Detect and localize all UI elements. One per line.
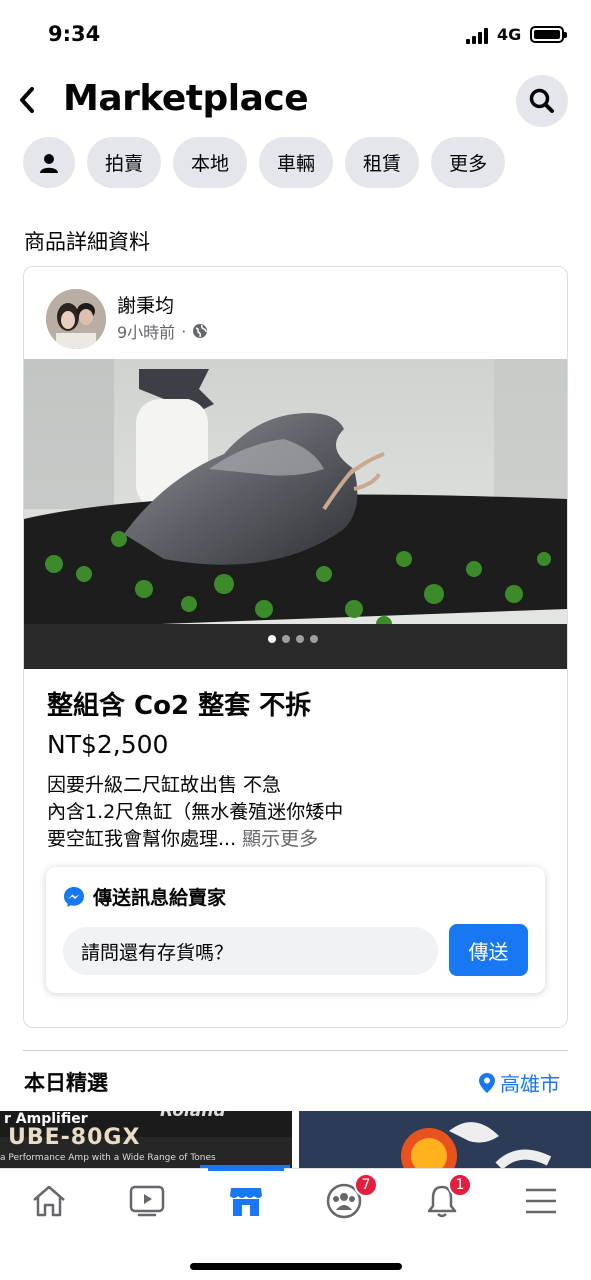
- listing-photo[interactable]: [24, 359, 567, 669]
- status-bar: 9:34 4G: [0, 0, 591, 70]
- message-input[interactable]: [63, 927, 438, 975]
- divider: [23, 1050, 568, 1051]
- section-title: 商品詳細資料: [24, 230, 150, 254]
- desc-line: 要空缸我會幫你處理... 顯示更多: [47, 826, 343, 853]
- chip-vehicles[interactable]: 車輛: [259, 137, 334, 188]
- groups-badge: 7: [354, 1173, 378, 1197]
- home-icon: [33, 1185, 65, 1217]
- thumb-line3: a Performance Amp with a Wide Range of T…: [0, 1153, 216, 1163]
- location-link[interactable]: 高雄市: [478, 1068, 560, 1097]
- pager-dot: [310, 635, 318, 643]
- avatar-image: [46, 289, 106, 349]
- location-pin-icon: [479, 1072, 495, 1093]
- tab-marketplace[interactable]: [208, 1168, 284, 1223]
- tab-groups[interactable]: 7: [314, 1173, 378, 1223]
- post-meta: 9小時前 ·: [117, 319, 208, 343]
- figure-image: [299, 1111, 591, 1169]
- location-label: 高雄市: [500, 1072, 560, 1096]
- pager-dot: [282, 635, 290, 643]
- messenger-icon: [64, 886, 84, 907]
- time-ago: 9小時前: [117, 323, 176, 342]
- chip-more[interactable]: 更多: [431, 137, 506, 188]
- profile-chip[interactable]: [23, 137, 75, 188]
- thumb-brand: Roland: [160, 1111, 226, 1121]
- menu-icon: [526, 1188, 556, 1214]
- globe-icon: [193, 324, 208, 338]
- marketplace-icon: [230, 1188, 262, 1216]
- listing-price: NT$2,500: [47, 730, 169, 759]
- person-icon: [40, 153, 58, 173]
- listing-description: 因要升級二尺缸故出售 不急 內含1.2尺魚缸（無水養殖迷你矮中 要空缸我會幫你處…: [47, 772, 343, 853]
- network-label: 4G: [497, 25, 522, 44]
- listing-title: 整組含 Co2 整套 不拆: [47, 691, 312, 721]
- chip-auction[interactable]: 拍賣: [87, 137, 162, 188]
- tab-notifications[interactable]: 1: [412, 1173, 472, 1223]
- header: Marketplace: [0, 70, 591, 132]
- battery-icon: [530, 26, 567, 43]
- page-title: Marketplace: [63, 78, 309, 119]
- bottom-tab-bar: 7 1: [0, 1168, 591, 1280]
- back-arrow-icon: [20, 87, 34, 113]
- photo-pager: [268, 635, 318, 643]
- send-button[interactable]: 傳送: [449, 924, 528, 976]
- message-header: 傳送訊息給賣家: [63, 883, 226, 910]
- search-icon: [529, 88, 554, 113]
- home-indicator: [190, 1263, 402, 1270]
- listing-card: 謝秉均 9小時前 · 整組含 Co2 整套 不拆 NT$2,500 因要升級二尺…: [23, 266, 568, 1028]
- pager-dot: [268, 635, 276, 643]
- notifications-badge: 1: [448, 1173, 472, 1197]
- desc-text: 要空缸我會幫你處理...: [47, 828, 237, 850]
- tab-home[interactable]: [19, 1179, 79, 1223]
- message-seller-box: 傳送訊息給賣家 傳送: [46, 867, 545, 993]
- video-icon: [129, 1185, 165, 1217]
- seller-avatar[interactable]: [46, 289, 106, 349]
- signal-icon: [466, 27, 492, 44]
- seller-name[interactable]: 謝秉均: [117, 291, 174, 318]
- see-more-link[interactable]: 顯示更多: [242, 828, 318, 850]
- todays-picks-title: 本日精選: [24, 1071, 108, 1095]
- thumb-line2: UBE-80GX: [8, 1125, 141, 1150]
- tab-watch[interactable]: [117, 1179, 177, 1223]
- meta-separator: ·: [181, 321, 187, 341]
- product-thumbnail[interactable]: Roland r Amplifier UBE-80GX a Performanc…: [0, 1111, 292, 1169]
- search-button[interactable]: [516, 75, 568, 127]
- desc-line: 內含1.2尺魚缸（無水養殖迷你矮中: [47, 801, 344, 823]
- chip-rentals[interactable]: 租賃: [345, 137, 420, 188]
- status-time: 9:34: [48, 22, 101, 46]
- desc-line: 因要升級二尺缸故出售 不急: [47, 774, 282, 796]
- aquarium-image: [24, 359, 567, 669]
- message-header-label: 傳送訊息給賣家: [93, 887, 227, 909]
- back-button[interactable]: [12, 82, 42, 118]
- chip-local[interactable]: 本地: [173, 137, 248, 188]
- category-chips: 拍賣 本地 車輛 租賃 更多: [23, 137, 506, 188]
- product-thumbnail[interactable]: [299, 1111, 591, 1169]
- pager-dot: [296, 635, 304, 643]
- tab-menu[interactable]: [511, 1179, 571, 1223]
